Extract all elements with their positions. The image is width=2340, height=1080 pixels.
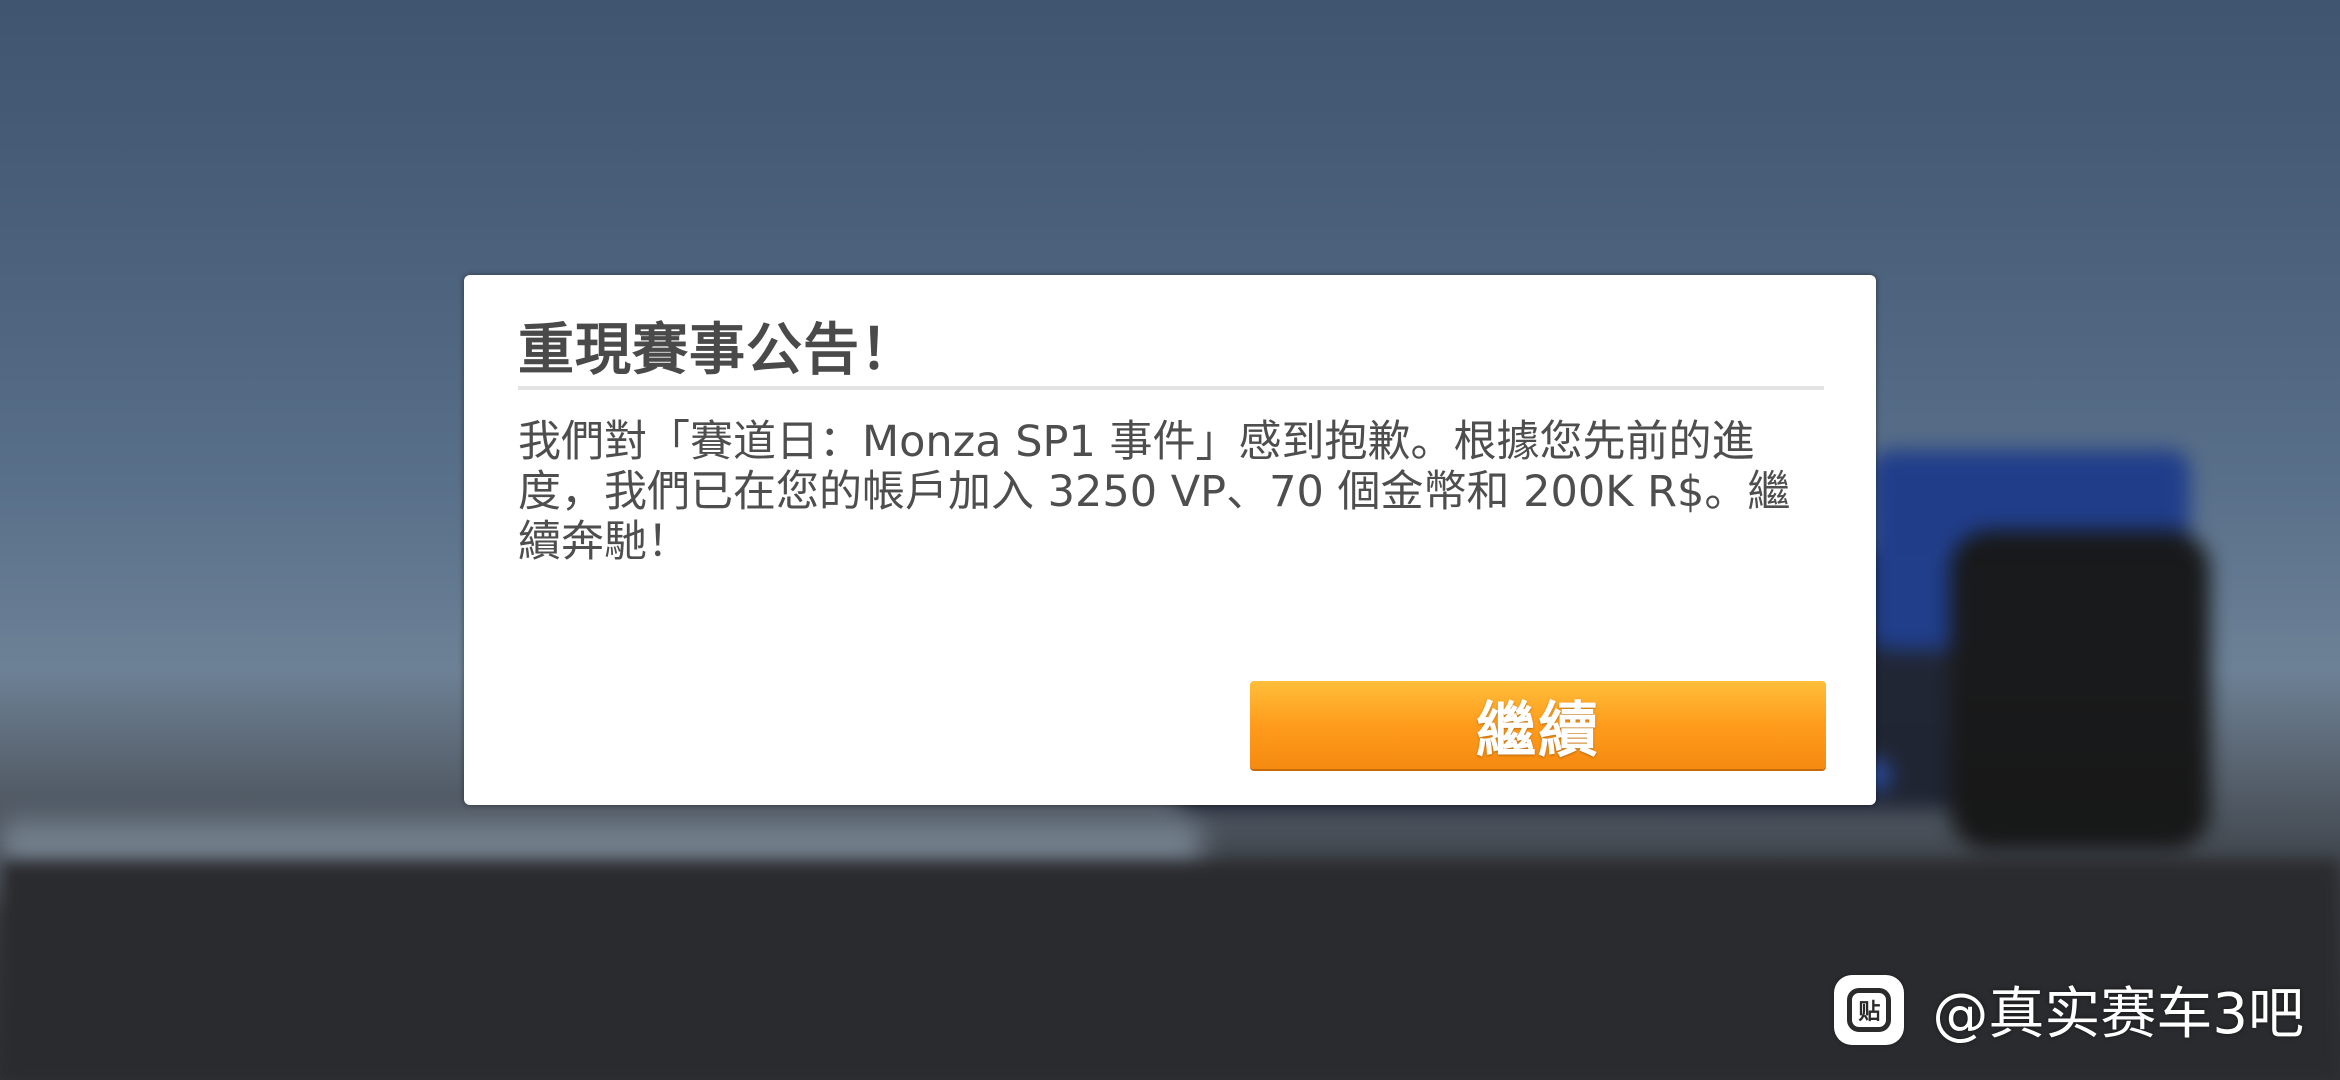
announcement-dialog: 重現賽事公告！ 我們對「賽道日：Monza SP1 事件」感到抱歉。根據您先前的… — [464, 275, 1876, 805]
continue-button-label: 繼續 — [1476, 695, 1600, 766]
watermark: 贴 @真实赛车3吧 — [1834, 969, 2304, 1050]
tieba-icon: 贴 — [1834, 974, 1905, 1045]
title-divider — [518, 386, 1824, 390]
game-screen: 重現賽事公告！ 我們對「賽道日：Monza SP1 事件」感到抱歉。根據您先前的… — [0, 0, 2340, 1080]
tieba-logo-glyph: 贴 — [1847, 987, 1892, 1032]
car-wheel — [1950, 530, 2210, 850]
dialog-message: 我們對「賽道日：Monza SP1 事件」感到抱歉。根據您先前的進度，我們已在您… — [518, 417, 1791, 567]
continue-button[interactable]: 繼續 — [1250, 681, 1826, 769]
dialog-title: 重現賽事公告！ — [518, 318, 917, 383]
watermark-text: @真实赛车3吧 — [1932, 982, 2304, 1047]
